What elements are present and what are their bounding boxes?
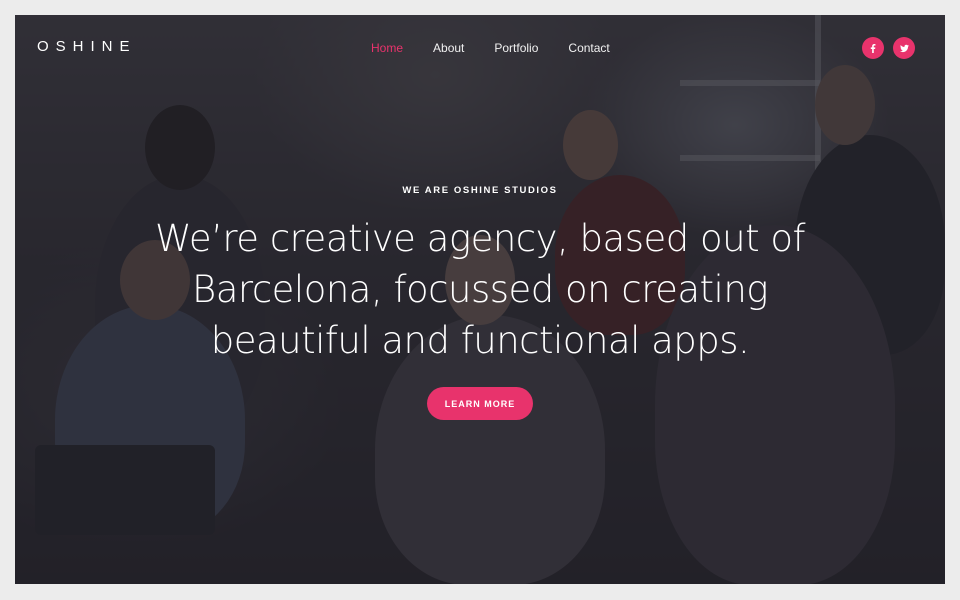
- hero-eyebrow: WE ARE OSHINE STUDIOS: [402, 185, 558, 196]
- nav-contact[interactable]: Contact: [568, 41, 609, 55]
- hero-headline: We’re creative agency, based out of Barc…: [154, 217, 806, 362]
- site-logo[interactable]: OSHINE: [37, 38, 137, 55]
- nav-home[interactable]: Home: [371, 41, 403, 55]
- facebook-button[interactable]: [862, 37, 884, 59]
- learn-more-button[interactable]: LEARN MORE: [427, 387, 533, 420]
- main-nav: Home About Portfolio Contact: [371, 41, 640, 55]
- nav-portfolio[interactable]: Portfolio: [494, 41, 538, 55]
- twitter-icon: [899, 44, 909, 52]
- hero-section: OSHINE Home About Portfolio Contact WE A…: [15, 15, 945, 584]
- twitter-button[interactable]: [893, 37, 915, 59]
- nav-about[interactable]: About: [433, 41, 464, 55]
- social-links: [862, 37, 915, 59]
- facebook-icon: [870, 43, 875, 53]
